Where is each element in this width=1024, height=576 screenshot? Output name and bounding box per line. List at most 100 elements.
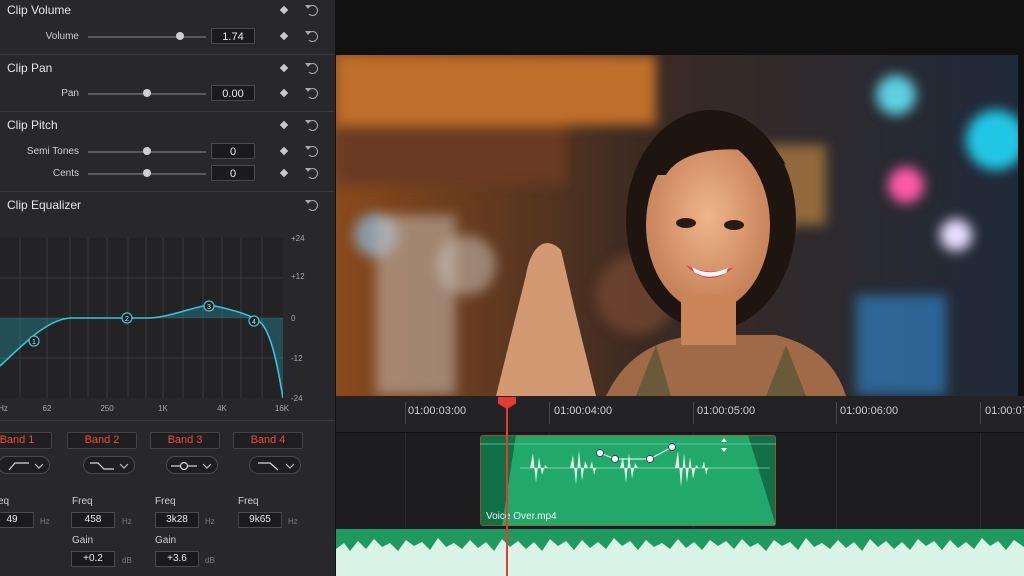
svg-text:2: 2 bbox=[125, 316, 129, 323]
band-3-gain-label: Gain bbox=[155, 535, 177, 546]
clip-pan-header[interactable]: Clip Pan bbox=[0, 58, 335, 80]
timeline-ruler[interactable]: 01:00:03:00 01:00:04:00 01:00:05:00 01:0… bbox=[336, 396, 1024, 433]
clip-pitch-header[interactable]: Clip Pitch bbox=[0, 115, 335, 137]
cents-value-field[interactable]: 0 bbox=[211, 165, 255, 181]
band-3-button[interactable]: Band 3 bbox=[150, 432, 220, 449]
freq-scale-label: Hz bbox=[0, 404, 8, 413]
voice-over-clip[interactable]: Voice Over.mp4 bbox=[480, 435, 776, 526]
clip-equalizer-header[interactable]: Clip Equalizer bbox=[0, 195, 335, 217]
band-1-freq-label: eq bbox=[0, 496, 10, 507]
freq-scale-label: 62 bbox=[42, 404, 52, 413]
timecode-label: 01:00:06:00 bbox=[840, 405, 899, 417]
band-1-freq-field[interactable]: 49 bbox=[0, 512, 34, 528]
cents-slider-knob[interactable] bbox=[143, 169, 151, 177]
viewer[interactable] bbox=[336, 0, 1024, 396]
timecode-label: 01:00:07 bbox=[985, 405, 1024, 417]
band-2-gain-field[interactable]: +0.2 bbox=[71, 551, 115, 567]
hz-unit: Hz bbox=[122, 517, 132, 526]
audio-track-waveform bbox=[336, 529, 1024, 576]
band-4-freq-label: Freq bbox=[238, 496, 259, 507]
bell-shape-icon bbox=[171, 461, 212, 471]
grid-line bbox=[405, 433, 406, 529]
volume-slider-track[interactable] bbox=[88, 36, 206, 38]
band-2-gain-label: Gain bbox=[72, 535, 94, 546]
band-1-button[interactable]: Band 1 bbox=[0, 432, 52, 449]
pan-slider-knob[interactable] bbox=[143, 89, 151, 97]
volume-slider-knob[interactable] bbox=[176, 32, 184, 40]
eq-node-2[interactable]: 2 bbox=[121, 312, 133, 324]
semitones-label: Semi Tones bbox=[26, 146, 79, 157]
low-shelf-shape-icon bbox=[90, 462, 129, 470]
eq-node-1[interactable]: 1 bbox=[28, 335, 40, 347]
band-1-shape-select[interactable] bbox=[0, 456, 50, 474]
freq-scale-label: 250 bbox=[100, 404, 114, 413]
reset-icon[interactable] bbox=[305, 5, 318, 16]
svg-text:4: 4 bbox=[252, 319, 256, 326]
clip-pan-title: Clip Pan bbox=[7, 61, 53, 75]
band-2-freq-field[interactable]: 458 bbox=[71, 512, 115, 528]
volume-reset-icon[interactable] bbox=[305, 31, 318, 42]
band-4-freq-field[interactable]: 9k65 bbox=[238, 512, 282, 528]
semitones-value-field[interactable]: 0 bbox=[211, 143, 255, 159]
band-3-freq-field[interactable]: 3k28 bbox=[155, 512, 199, 528]
pan-label: Pan bbox=[61, 88, 79, 99]
cents-keyframe-icon[interactable] bbox=[279, 168, 289, 178]
band-2-freq-label: Freq bbox=[72, 496, 93, 507]
volume-value-field[interactable]: 1.74 bbox=[211, 28, 255, 44]
band-3-shape-select[interactable] bbox=[166, 456, 218, 474]
gain-scale-label: +24 bbox=[291, 234, 305, 243]
pan-keyframe-icon[interactable] bbox=[279, 88, 289, 98]
cents-label: Cents bbox=[52, 168, 79, 179]
video-frame bbox=[336, 55, 1018, 396]
high-cut-shape-icon bbox=[258, 462, 295, 471]
cents-reset-icon[interactable] bbox=[305, 168, 318, 179]
band-4-button[interactable]: Band 4 bbox=[233, 432, 303, 449]
reset-icon[interactable] bbox=[305, 120, 318, 131]
semitones-slider-knob[interactable] bbox=[143, 147, 151, 155]
gain-scale-label: 0 bbox=[291, 314, 296, 323]
clip-pitch-title: Clip Pitch bbox=[7, 118, 58, 132]
playhead-line[interactable] bbox=[506, 404, 508, 576]
freq-scale-label: 1K bbox=[158, 404, 168, 413]
clip-volume-title: Clip Volume bbox=[7, 3, 72, 17]
volume-keyframe-icon[interactable] bbox=[279, 31, 289, 41]
eq-node-3[interactable]: 3 bbox=[203, 300, 215, 312]
ruler-tick bbox=[980, 402, 981, 424]
hz-unit: Hz bbox=[205, 517, 215, 526]
clip-equalizer-title: Clip Equalizer bbox=[7, 198, 82, 212]
eq-node-4[interactable]: 4 bbox=[248, 315, 260, 327]
band-3-gain-field[interactable]: +3.6 bbox=[155, 551, 199, 567]
keyframe-diamond-icon[interactable] bbox=[279, 5, 289, 15]
clip-name: Voice Over.mp4 bbox=[486, 511, 557, 522]
grid-line bbox=[980, 433, 981, 529]
semitones-reset-icon[interactable] bbox=[305, 146, 318, 157]
grid-line bbox=[836, 433, 837, 529]
semitones-keyframe-icon[interactable] bbox=[279, 146, 289, 156]
svg-text:1: 1 bbox=[32, 339, 36, 346]
divider bbox=[0, 420, 335, 421]
band-4-shape-select[interactable] bbox=[249, 456, 301, 474]
db-unit: dB bbox=[122, 556, 132, 565]
reset-icon[interactable] bbox=[305, 63, 318, 74]
clip-volume-header[interactable]: Clip Volume bbox=[0, 0, 335, 22]
keyframe-diamond-icon[interactable] bbox=[279, 63, 289, 73]
band-2-button[interactable]: Band 2 bbox=[67, 432, 137, 449]
ruler-tick bbox=[549, 402, 550, 424]
pan-reset-icon[interactable] bbox=[305, 88, 318, 99]
eq-graph[interactable]: 1 2 3 4 bbox=[0, 238, 283, 398]
gain-scale-label: +12 bbox=[291, 272, 305, 281]
ruler-tick bbox=[693, 402, 694, 424]
gain-scale-label: -12 bbox=[291, 354, 303, 363]
pan-value-field[interactable]: 0.00 bbox=[211, 85, 255, 101]
timeline-tracks[interactable]: Voice Over.mp4 bbox=[336, 433, 1024, 576]
eq-reset-icon[interactable] bbox=[305, 200, 318, 211]
keyframe-diamond-icon[interactable] bbox=[279, 120, 289, 130]
volume-label: Volume bbox=[45, 31, 79, 42]
ruler-tick bbox=[836, 402, 837, 424]
band-2-shape-select[interactable] bbox=[83, 456, 135, 474]
gain-scale-label: -24 bbox=[291, 394, 303, 403]
timecode-label: 01:00:05:00 bbox=[697, 405, 756, 417]
ruler-tick bbox=[405, 402, 406, 424]
divider bbox=[0, 54, 335, 55]
inspector-panel: Clip Volume Volume 1.74 Clip Pan Pan 0.0… bbox=[0, 0, 336, 576]
